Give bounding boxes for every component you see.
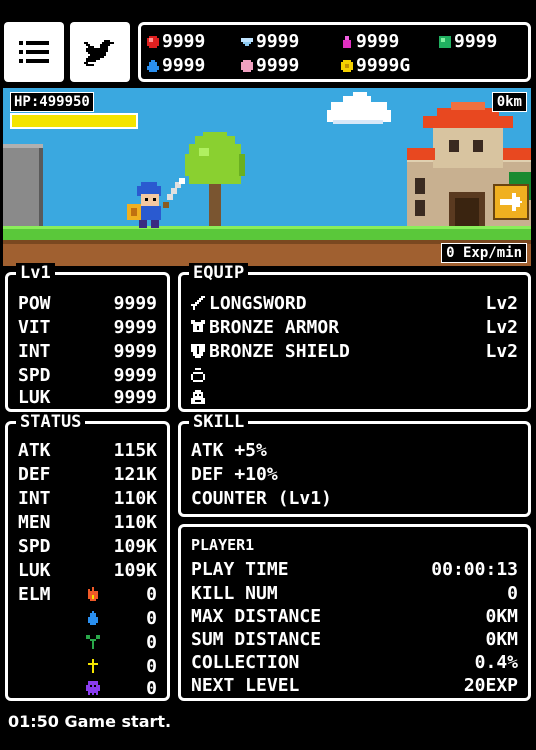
resource-water-drop: 9999: [147, 55, 205, 76]
resource-gold: 9999G: [341, 55, 410, 76]
player-panel: PLAYER1 PLAY TIME 00:00:13 KILL NUM 0 MAX …: [178, 524, 531, 701]
equip-row[interactable]: [191, 385, 518, 409]
equip-row[interactable]: [191, 363, 518, 387]
equip-row[interactable]: LONGSWORD Lv2: [191, 291, 518, 315]
player-stat-row: KILL NUM 0: [191, 582, 518, 604]
ring-icon: [191, 368, 205, 382]
skill-item: ATK +5%: [191, 439, 267, 461]
equip-row[interactable]: BRONZE ARMOR Lv2: [191, 315, 518, 339]
resource-panel: 9999 9999 9999 9999 9999 9999 9999G: [138, 22, 531, 82]
skill-title: SKILL: [189, 412, 249, 432]
element-row: ELM 0: [18, 583, 157, 605]
stat-row: LUK 109K: [18, 559, 157, 581]
green-gem-icon: [439, 35, 451, 48]
equip-row[interactable]: BRONZE SHIELD Lv2: [191, 339, 518, 363]
stat-row: SPD 109K: [18, 535, 157, 557]
potion-icon: [343, 35, 351, 48]
stat-row: INT 110K: [18, 487, 157, 509]
stat-row: MEN 110K: [18, 511, 157, 533]
hp-label: HP:499950: [10, 92, 94, 112]
fire-icon: [88, 587, 98, 601]
skill-panel[interactable]: SKILL ATK +5% DEF +10% COUNTER (Lv1): [178, 412, 531, 517]
resource-pink-orb: 9999: [241, 55, 299, 76]
resource-diamond: 9999: [241, 31, 299, 52]
ghost-icon: [86, 681, 100, 695]
element-row: 0: [18, 630, 157, 654]
player-stat-row: NEXT LEVEL 20EXP: [191, 674, 518, 696]
skill-item: DEF +10%: [191, 463, 278, 485]
player-stat-row: COLLECTION 0.4%: [191, 651, 518, 673]
stat-row: VIT 9999: [18, 316, 157, 338]
bird-icon: [84, 40, 114, 66]
stat-row: POW 9999: [18, 292, 157, 314]
pink-orb-icon: [241, 59, 253, 72]
shield-icon: [191, 344, 205, 358]
sword-icon: [191, 296, 205, 310]
hp-bar: [10, 113, 138, 129]
red-gem-icon: [147, 35, 159, 48]
stat-row: LUK 9999: [18, 386, 157, 408]
cloud-icon: [327, 92, 391, 124]
resource-green-gem: 9999: [439, 31, 497, 52]
resource-potion: 9999: [341, 31, 399, 52]
stat-row: ATK 115K: [18, 439, 157, 461]
exp-rate: 0 Exp/min: [441, 243, 527, 263]
player-stat-row: PLAY TIME 00:00:13: [191, 558, 518, 580]
stone-pillar-icon: [3, 144, 43, 230]
hero-knight-icon: [127, 178, 185, 228]
stat-row: DEF 121K: [18, 463, 157, 485]
water-icon: [88, 611, 98, 625]
level-title: Lv1: [16, 263, 55, 283]
list-menu-icon: [19, 41, 49, 63]
armor-icon: [191, 320, 205, 332]
elm-label: ELM: [18, 583, 51, 605]
tree-icon: [185, 132, 245, 230]
stat-row: SPD 9999: [18, 364, 157, 386]
battle-scene: HP:499950 0km 0 Exp/min: [3, 88, 531, 266]
plant-icon: [86, 635, 100, 649]
stat-row: INT 9999: [18, 340, 157, 362]
hp-bar-fill: [12, 115, 136, 127]
resource-red-gem: 9999: [147, 31, 205, 52]
element-row: 0: [18, 654, 157, 678]
element-row: 0: [18, 606, 157, 630]
equip-title: EQUIP: [189, 263, 249, 283]
game-log: 01:50 Game start.: [8, 712, 172, 731]
menu-button[interactable]: [4, 22, 64, 82]
skill-item: COUNTER (Lv1): [191, 487, 332, 509]
distance-readout: 0km: [491, 92, 527, 112]
water-drop-icon: [147, 59, 159, 72]
equip-panel[interactable]: EQUIP LONGSWORD Lv2 BRONZE ARMOR Lv2 BRO…: [178, 263, 531, 412]
arrow-right-icon: [500, 193, 522, 211]
enter-castle-button[interactable]: [493, 184, 529, 220]
player-stat-row: MAX DISTANCE 0KM: [191, 605, 518, 627]
player-name: PLAYER1: [191, 536, 255, 554]
element-row: 0: [18, 676, 157, 700]
diamond-icon: [241, 37, 253, 46]
twitter-share-button[interactable]: [70, 22, 130, 82]
player-stat-row: SUM DISTANCE 0KM: [191, 628, 518, 650]
status-panel: STATUS ATK 115K DEF 121K INT 110K MEN 110K S…: [5, 412, 170, 701]
holy-cross-icon: [88, 659, 98, 673]
amulet-icon: [191, 390, 205, 404]
gold-coin-icon: [341, 59, 353, 72]
status-title: STATUS: [16, 412, 86, 432]
level-panel: Lv1 POW 9999 VIT 9999 INT 9999 SPD 9999 LUK 9…: [5, 263, 170, 412]
